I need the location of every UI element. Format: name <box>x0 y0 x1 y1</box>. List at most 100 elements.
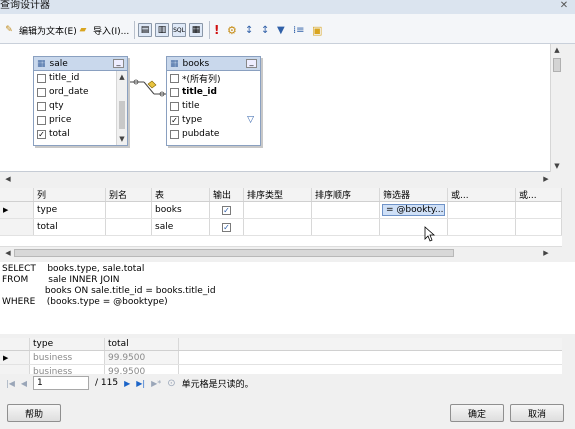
field-row[interactable]: price <box>34 113 127 127</box>
group-by-button[interactable]: ⁞≡ <box>293 22 305 38</box>
last-record-icon[interactable]: ▶| <box>136 379 145 388</box>
new-record-icon[interactable]: ▶* <box>151 379 161 388</box>
filter-button[interactable]: ▼ <box>277 22 285 38</box>
results-cell[interactable]: business <box>30 351 105 364</box>
grid-cell-output[interactable]: ✓ <box>210 202 244 218</box>
grid-hscrollbar[interactable]: ◀ ▶ <box>0 246 562 258</box>
grid-header[interactable]: 排序顺序 <box>312 188 380 201</box>
grid-cell-table[interactable]: books <box>152 202 210 218</box>
field-row[interactable]: title_id <box>167 85 260 99</box>
checkbox[interactable] <box>170 87 179 97</box>
join-connector[interactable] <box>128 78 170 100</box>
row-selector[interactable] <box>0 365 30 374</box>
results-cell[interactable]: 99.9500 <box>105 351 179 364</box>
scroll-down-icon[interactable]: ▼ <box>551 160 563 172</box>
checkbox[interactable] <box>170 129 179 139</box>
scroll-right-icon[interactable]: ▶ <box>540 247 552 259</box>
sort-desc-button[interactable]: ↕ <box>261 22 269 38</box>
grid-cell-or[interactable] <box>448 202 516 218</box>
help-button[interactable]: 帮助 <box>7 404 61 422</box>
scroll-thumb[interactable] <box>14 249 454 257</box>
results-header[interactable]: type <box>30 338 105 350</box>
field-row[interactable]: *(所有列) <box>167 71 260 85</box>
results-cell[interactable]: business <box>30 365 105 374</box>
results-header[interactable]: total <box>105 338 179 350</box>
table-books-header[interactable]: ▦ books _ <box>167 57 260 71</box>
run-button[interactable]: ! <box>214 22 219 38</box>
close-icon[interactable]: ✕ <box>557 0 571 12</box>
field-row[interactable]: pubdate <box>167 127 260 141</box>
results-cell[interactable]: 99.9500 <box>105 365 179 374</box>
grid-cell-sort-type[interactable] <box>244 202 312 218</box>
row-selector[interactable]: ▶ <box>0 202 34 218</box>
grid-cell-filter[interactable]: = @bookty... <box>380 202 448 218</box>
add-table-button[interactable]: ▣ <box>312 22 322 38</box>
output-checkbox[interactable]: ✓ <box>222 205 231 215</box>
grid-header[interactable]: 别名 <box>106 188 152 201</box>
grid-cell-or[interactable] <box>516 202 562 218</box>
minimize-icon[interactable]: _ <box>246 58 257 68</box>
verify-sql-button[interactable]: ⚙ <box>227 22 237 38</box>
previous-record-icon[interactable]: ◀ <box>21 379 27 388</box>
row-selector[interactable] <box>0 219 34 235</box>
scroll-left-icon[interactable]: ◀ <box>2 247 14 259</box>
grid-header[interactable]: 或... <box>516 188 562 201</box>
grid-header[interactable]: 筛选器 <box>380 188 448 201</box>
sort-asc-button[interactable]: ↕ <box>245 22 253 38</box>
grid-header[interactable]: 或... <box>448 188 516 201</box>
scroll-thumb[interactable] <box>119 101 125 129</box>
checkbox[interactable] <box>37 115 46 125</box>
scroll-left-icon[interactable]: ◀ <box>2 173 14 185</box>
table-sale-header[interactable]: ▦ sale _ <box>34 57 127 71</box>
edit-as-text-button[interactable]: ✎ 编辑为文本(E) <box>2 22 77 38</box>
stop-icon[interactable]: ⊙ <box>167 378 175 389</box>
scroll-up-icon[interactable]: ▲ <box>551 44 563 56</box>
filter-value[interactable]: = @bookty... <box>382 204 445 216</box>
field-row[interactable]: ✓ total <box>34 127 127 141</box>
field-row[interactable]: title <box>167 99 260 113</box>
grid-header[interactable]: 输出 <box>210 188 244 201</box>
diagram-vscrollbar[interactable]: ▲ ▼ <box>550 44 562 172</box>
ok-button[interactable]: 确定 <box>450 404 504 422</box>
grid-cell-or[interactable] <box>516 219 562 235</box>
record-number-input[interactable]: 1 <box>33 376 90 390</box>
grid-header[interactable]: 表 <box>152 188 210 201</box>
import-button[interactable]: ▰ 导入(I)... <box>76 22 130 38</box>
grid-cell-alias[interactable] <box>106 219 152 235</box>
grid-cell-filter[interactable] <box>380 219 448 235</box>
checkbox[interactable] <box>170 101 179 111</box>
results-row[interactable]: ▶ business 99.9500 <box>0 351 562 365</box>
grid-header[interactable]: 排序类型 <box>244 188 312 201</box>
first-record-icon[interactable]: |◀ <box>6 379 15 388</box>
scroll-thumb[interactable] <box>553 58 561 72</box>
grid-cell-column[interactable]: type <box>34 202 106 218</box>
field-row[interactable]: ord_date <box>34 85 127 99</box>
cancel-button[interactable]: 取消 <box>510 404 564 422</box>
grid-cell-sort-type[interactable] <box>244 219 312 235</box>
checkbox[interactable] <box>37 87 46 97</box>
field-row[interactable]: qty <box>34 99 127 113</box>
minimize-icon[interactable]: _ <box>113 58 124 68</box>
grid-cell-alias[interactable] <box>106 202 152 218</box>
output-checkbox[interactable]: ✓ <box>222 222 231 232</box>
sql-pane[interactable]: SELECT books.type, sale.total FROM sale I… <box>0 262 575 334</box>
table-books[interactable]: ▦ books _ *(所有列) title_id title ✓ type ▽ … <box>166 56 261 146</box>
grid-header[interactable]: 列 <box>34 188 106 201</box>
field-row[interactable]: title_id <box>34 71 127 85</box>
scroll-up-icon[interactable]: ▲ <box>117 71 127 83</box>
diagram-hscrollbar[interactable]: ◀ ▶ <box>0 173 562 185</box>
row-selector[interactable]: ▶ <box>0 351 30 364</box>
grid-cell-column[interactable]: total <box>34 219 106 235</box>
table-sale[interactable]: ▦ sale _ title_id ord_date qty price ✓ to… <box>33 56 128 146</box>
scroll-down-icon[interactable]: ▼ <box>117 133 127 145</box>
grid-row[interactable]: total sale ✓ <box>0 219 562 236</box>
results-row[interactable]: business 99.9500 <box>0 365 562 374</box>
table-sale-scrollbar[interactable]: ▲ ▼ <box>116 71 127 145</box>
grid-cell-sort-order[interactable] <box>312 219 380 235</box>
field-row[interactable]: ✓ type ▽ <box>167 113 260 127</box>
checkbox[interactable] <box>37 73 46 83</box>
grid-cell-output[interactable]: ✓ <box>210 219 244 235</box>
grid-cell-or[interactable] <box>448 219 516 235</box>
checkbox-checked[interactable]: ✓ <box>170 115 179 125</box>
grid-pane-toggle[interactable]: ▥ <box>155 22 169 38</box>
